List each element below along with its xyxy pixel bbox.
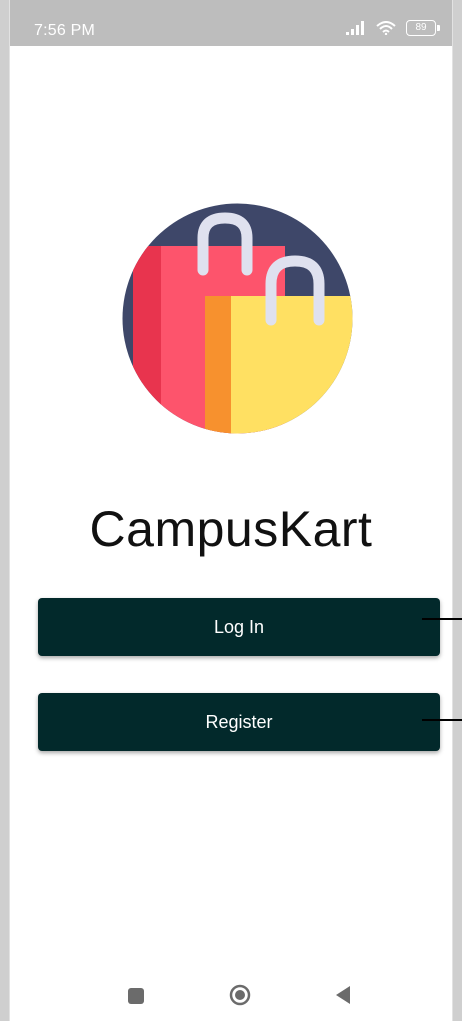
shopping-bags-logo xyxy=(122,203,353,434)
back-icon[interactable] xyxy=(335,985,351,1005)
status-time: 7:56 PM xyxy=(34,22,95,39)
status-bar: 7:56 PM 89 xyxy=(10,0,452,46)
yellow-bag-side xyxy=(205,296,231,434)
login-button[interactable]: Log In xyxy=(38,598,440,656)
register-button[interactable]: Register xyxy=(38,693,440,751)
recent-apps-icon[interactable] xyxy=(128,988,144,1004)
device-frame-right xyxy=(453,0,462,1021)
yellow-bag-front xyxy=(231,296,353,434)
battery-icon: 89 xyxy=(406,20,440,36)
system-nav-bar xyxy=(10,970,452,1020)
app-title: CampusKart xyxy=(89,501,373,557)
home-icon[interactable] xyxy=(229,984,251,1006)
status-icons: 89 xyxy=(346,20,440,36)
edge-line-login xyxy=(422,618,462,620)
red-bag-side xyxy=(133,246,161,434)
device-frame-left xyxy=(0,0,9,1021)
signal-icon xyxy=(346,21,364,35)
edge-line-register xyxy=(422,719,462,721)
wifi-icon xyxy=(376,21,396,35)
app-screen: 7:56 PM 89 CampusKart Log In Register xyxy=(9,0,462,1021)
